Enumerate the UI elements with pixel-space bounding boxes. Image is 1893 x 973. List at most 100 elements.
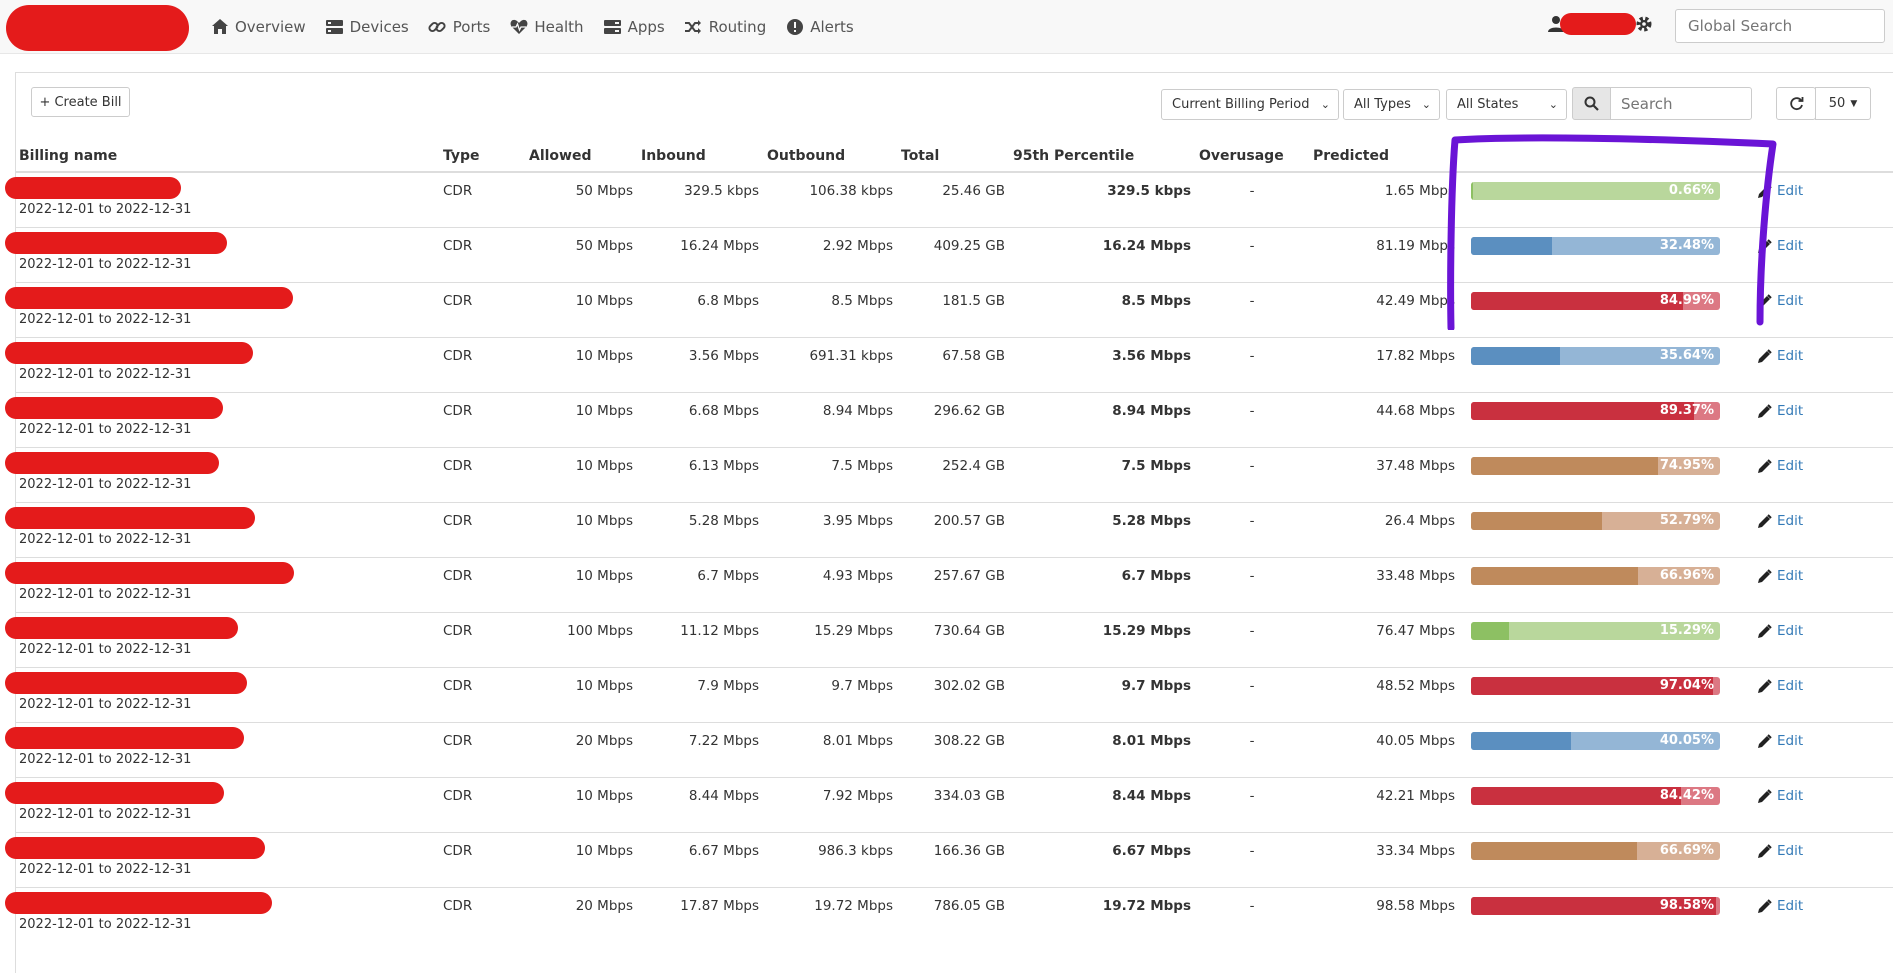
edit-link[interactable]: Edit (1757, 458, 1803, 474)
page-size-dropdown[interactable]: 50 ▼ (1815, 87, 1871, 120)
outbound-value: 3.95 Mbps (822, 513, 893, 529)
col-predicted[interactable]: Predicted (1309, 140, 1459, 173)
redacted-bill-name (5, 232, 227, 254)
inbound-value: 329.5 kbps (684, 183, 759, 199)
inbound-value: 5.28 Mbps (688, 513, 759, 529)
inbound-value: 6.13 Mbps (688, 458, 759, 474)
predicted-value: 98.58 Mbps (1376, 898, 1455, 914)
global-search-input[interactable] (1675, 9, 1885, 43)
nav-routing[interactable]: Routing (684, 17, 766, 36)
chevron-down-icon: ⌄ (1548, 98, 1558, 111)
col-outbound[interactable]: Outbound (763, 140, 897, 173)
edit-link[interactable]: Edit (1757, 843, 1803, 859)
total-value: 67.58 GB (942, 348, 1005, 364)
redacted-logo (6, 5, 189, 51)
bill-type: CDR (443, 898, 473, 914)
col-total[interactable]: Total (897, 140, 1009, 173)
nav-apps[interactable]: Apps (603, 17, 665, 36)
outbound-value: 106.38 kbps (809, 183, 893, 199)
usage-progress-bar: 66.96% (1471, 567, 1720, 585)
total-value: 296.62 GB (933, 403, 1005, 419)
redacted-bill-name (5, 672, 247, 694)
col-billing-name[interactable]: Billing name (15, 140, 439, 173)
user-menu[interactable] (1548, 13, 1636, 35)
edit-label: Edit (1777, 348, 1804, 364)
outbound-value: 8.94 Mbps (822, 403, 893, 419)
search-button[interactable] (1572, 87, 1611, 120)
billing-name-cell: 2022-12-01 to 2022-12-31 (5, 447, 439, 503)
edit-link[interactable]: Edit (1757, 733, 1803, 749)
billing-period: 2022-12-01 to 2022-12-31 (19, 752, 192, 767)
billing-name-cell: 2022-12-01 to 2022-12-31 (5, 832, 439, 888)
billing-name-cell: 2022-12-01 to 2022-12-31 (5, 777, 439, 833)
col-allowed[interactable]: Allowed (525, 140, 637, 173)
nav-overview[interactable]: Overview (210, 17, 306, 36)
billing-name-cell: 2022-12-01 to 2022-12-31 (5, 171, 439, 228)
pencil-icon (1758, 843, 1772, 858)
outbound-value: 986.3 kbps (818, 843, 893, 859)
state-select[interactable]: All States ⌄ (1446, 89, 1567, 120)
table-row: 2022-12-01 to 2022-12-31 CDR 10 Mbps 6.7 Mb… (5, 557, 1893, 613)
usage-progress-fill (1471, 787, 1682, 805)
caret-down-icon: ▼ (1850, 98, 1858, 109)
col-overusage[interactable]: Overusage (1195, 140, 1309, 173)
total-value: 257.67 GB (933, 568, 1005, 584)
overusage-value: - (1249, 238, 1255, 254)
edit-link[interactable]: Edit (1757, 568, 1803, 584)
edit-label: Edit (1777, 403, 1804, 419)
billing-period: 2022-12-01 to 2022-12-31 (19, 422, 192, 437)
table-row: 2022-12-01 to 2022-12-31 CDR 10 Mbps 8.44 M… (5, 777, 1893, 833)
usage-progress-fill (1471, 347, 1560, 365)
nav-alerts[interactable]: Alerts (785, 17, 854, 36)
outbound-value: 8.5 Mbps (831, 293, 893, 309)
redacted-username (1560, 13, 1636, 35)
billing-name-cell: 2022-12-01 to 2022-12-31 (5, 557, 439, 613)
bill-search-input[interactable] (1610, 87, 1752, 120)
refresh-button[interactable] (1776, 87, 1816, 120)
edit-label: Edit (1777, 238, 1804, 254)
edit-link[interactable]: Edit (1757, 513, 1803, 529)
settings-button[interactable] (1635, 15, 1653, 37)
col-95th-percentile[interactable]: 95th Percentile (1009, 140, 1195, 173)
nav-devices[interactable]: Devices (325, 17, 409, 36)
usage-progress-bar: 89.37% (1471, 402, 1720, 420)
percentile-value: 329.5 kbps (1107, 183, 1191, 199)
edit-link[interactable]: Edit (1757, 678, 1803, 694)
nav-ports[interactable]: Ports (428, 17, 490, 36)
percentile-value: 3.56 Mbps (1112, 348, 1191, 364)
create-bill-button[interactable]: + Create Bill (31, 87, 130, 117)
edit-label: Edit (1777, 568, 1804, 584)
allowed-value: 20 Mbps (575, 733, 633, 749)
overusage-value: - (1249, 348, 1255, 364)
random-icon (684, 17, 703, 36)
main-nav: Overview Devices Ports Health Apps Routi… (210, 0, 873, 53)
percentile-value: 6.67 Mbps (1112, 843, 1191, 859)
bill-type: CDR (443, 733, 473, 749)
edit-link[interactable]: Edit (1757, 403, 1803, 419)
nav-health[interactable]: Health (509, 17, 584, 36)
bill-type: CDR (443, 568, 473, 584)
col-inbound[interactable]: Inbound (637, 140, 763, 173)
redacted-bill-name (5, 342, 253, 364)
pencil-icon (1758, 898, 1772, 913)
billing-period: 2022-12-01 to 2022-12-31 (19, 587, 192, 602)
edit-link[interactable]: Edit (1757, 348, 1803, 364)
usage-progress-bar: 15.29% (1471, 622, 1720, 640)
outbound-value: 8.01 Mbps (822, 733, 893, 749)
edit-link[interactable]: Edit (1757, 898, 1803, 914)
usage-progress-bar: 52.79% (1471, 512, 1720, 530)
exclamation-circle-icon (785, 17, 804, 36)
type-select[interactable]: All Types ⌄ (1343, 89, 1440, 120)
allowed-value: 10 Mbps (575, 568, 633, 584)
billing-period: 2022-12-01 to 2022-12-31 (19, 862, 192, 877)
col-type[interactable]: Type (439, 140, 525, 173)
redacted-bill-name (5, 837, 265, 859)
edit-link[interactable]: Edit (1757, 623, 1803, 639)
billing-period: 2022-12-01 to 2022-12-31 (19, 807, 192, 822)
billing-period: 2022-12-01 to 2022-12-31 (19, 257, 192, 272)
edit-link[interactable]: Edit (1757, 788, 1803, 804)
allowed-value: 10 Mbps (575, 293, 633, 309)
billing-period-select[interactable]: Current Billing Period ⌄ (1161, 89, 1339, 120)
total-value: 308.22 GB (933, 733, 1005, 749)
gear-icon (1636, 16, 1652, 32)
